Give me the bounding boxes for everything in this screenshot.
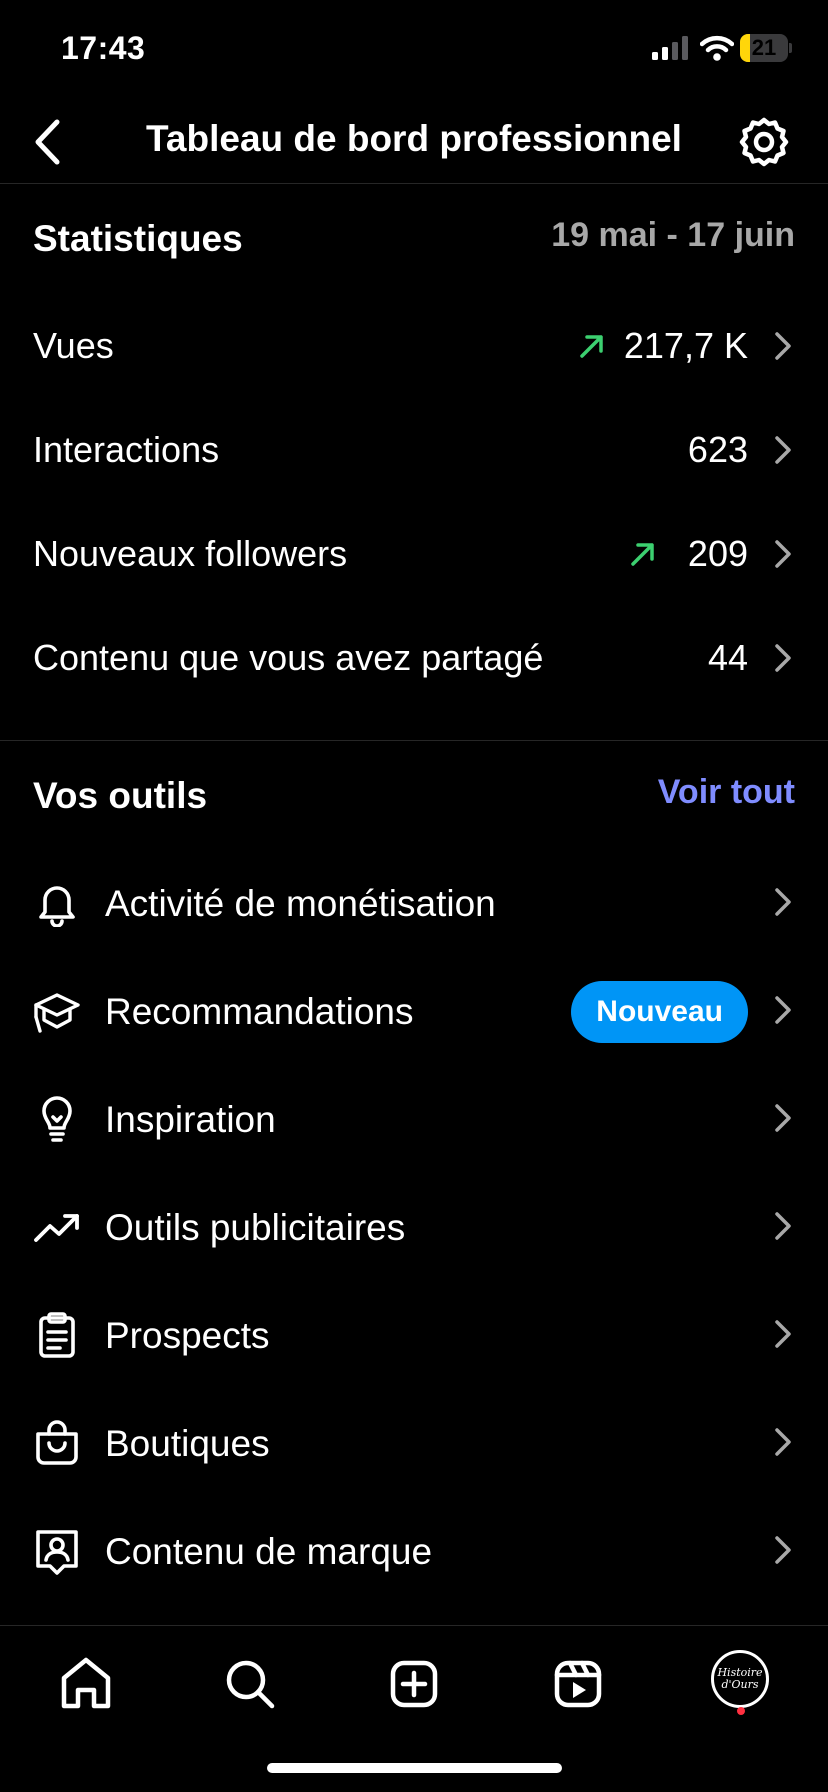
home-icon	[61, 1657, 111, 1709]
home-button[interactable]	[52, 1650, 120, 1718]
top-header: Tableau de bord professionnel	[0, 100, 828, 184]
reels-icon	[554, 1660, 602, 1708]
tool-label: Inspiration	[105, 1099, 276, 1140]
reels-button[interactable]	[544, 1650, 612, 1718]
clipboard-icon	[33, 1311, 81, 1359]
stat-label: Interactions	[33, 429, 220, 470]
stat-value: 44	[707, 637, 748, 678]
chevron-right-icon	[771, 1209, 795, 1243]
statistics-title: Statistiques	[33, 218, 243, 259]
tool-row-branded-content[interactable]: Contenu de marque	[33, 1503, 795, 1599]
stat-value: 209	[687, 533, 748, 574]
wifi-icon	[700, 34, 734, 62]
chevron-right-icon	[771, 1101, 795, 1135]
cellular-signal-icon	[652, 36, 690, 60]
tool-label: Boutiques	[105, 1423, 270, 1464]
stat-row-new-followers[interactable]: Nouveaux followers 209	[33, 513, 795, 593]
stat-row-shared-content[interactable]: Contenu que vous avez partagé 44	[33, 617, 795, 697]
page-title: Tableau de bord professionnel	[146, 118, 682, 159]
see-all-link[interactable]: Voir tout	[658, 773, 795, 812]
chevron-right-icon	[771, 1425, 795, 1459]
status-time: 17:43	[61, 30, 146, 66]
home-indicator	[267, 1763, 562, 1773]
tools-title: Vos outils	[33, 775, 208, 816]
bell-icon	[33, 879, 81, 927]
stat-row-views[interactable]: Vues 217,7 K	[33, 305, 795, 385]
tool-row-shops[interactable]: Boutiques	[33, 1395, 795, 1491]
chevron-right-icon	[771, 1533, 795, 1567]
battery-percent: 21	[751, 35, 777, 60]
battery-icon: 21	[740, 34, 792, 62]
tool-row-inspiration[interactable]: Inspiration	[33, 1071, 795, 1167]
tool-label: Contenu de marque	[105, 1531, 433, 1572]
tool-row-ad-tools[interactable]: Outils publicitaires	[33, 1179, 795, 1275]
tool-row-monetization[interactable]: Activité de monétisation	[33, 855, 795, 951]
chevron-right-icon	[771, 433, 795, 467]
status-bar: 17:43 21	[0, 0, 828, 100]
branded-content-icon	[33, 1527, 81, 1575]
stat-label: Nouveaux followers	[33, 533, 348, 574]
tool-label: Recommandations	[105, 991, 414, 1032]
chevron-left-icon	[35, 119, 60, 165]
section-divider	[0, 740, 828, 741]
plus-square-icon	[390, 1660, 438, 1708]
search-icon	[226, 1660, 275, 1709]
tools-header: Vos outils Voir tout	[33, 773, 795, 835]
tool-row-prospects[interactable]: Prospects	[33, 1287, 795, 1383]
chevron-right-icon	[771, 885, 795, 919]
profile-avatar[interactable]: Histoire d'Ours	[711, 1650, 769, 1708]
chevron-right-icon	[771, 1317, 795, 1351]
shopping-bag-icon	[33, 1419, 81, 1467]
chevron-right-icon	[771, 329, 795, 363]
stat-value: 623	[687, 429, 748, 470]
avatar-logo-text: Histoire d'Ours	[717, 1666, 763, 1691]
trending-up-icon	[33, 1203, 81, 1251]
chevron-right-icon	[771, 641, 795, 675]
tool-label: Activité de monétisation	[105, 883, 496, 924]
date-range[interactable]: 19 mai - 17 juin	[551, 216, 795, 255]
chevron-right-icon	[771, 993, 795, 1027]
trend-up-icon	[628, 539, 658, 569]
tool-row-recommendations[interactable]: Recommandations Nouveau	[33, 963, 795, 1059]
stat-label: Vues	[33, 325, 114, 366]
tool-label: Prospects	[105, 1315, 270, 1356]
statistics-header: Statistiques 19 mai - 17 juin	[33, 216, 795, 278]
chevron-right-icon	[771, 537, 795, 571]
notification-dot	[737, 1707, 745, 1715]
stat-row-interactions[interactable]: Interactions 623	[33, 409, 795, 489]
back-button[interactable]	[20, 112, 80, 172]
new-badge: Nouveau	[571, 981, 748, 1043]
settings-button[interactable]	[736, 114, 792, 170]
gear-icon	[739, 117, 789, 167]
stat-value: 217,7 K	[623, 325, 748, 366]
create-button[interactable]	[380, 1650, 448, 1718]
stat-label: Contenu que vous avez partagé	[33, 637, 544, 678]
graduation-cap-icon	[33, 987, 81, 1035]
trend-up-icon	[577, 331, 607, 361]
search-button[interactable]	[216, 1650, 284, 1718]
lightbulb-icon	[33, 1095, 81, 1143]
tool-label: Outils publicitaires	[105, 1207, 406, 1248]
